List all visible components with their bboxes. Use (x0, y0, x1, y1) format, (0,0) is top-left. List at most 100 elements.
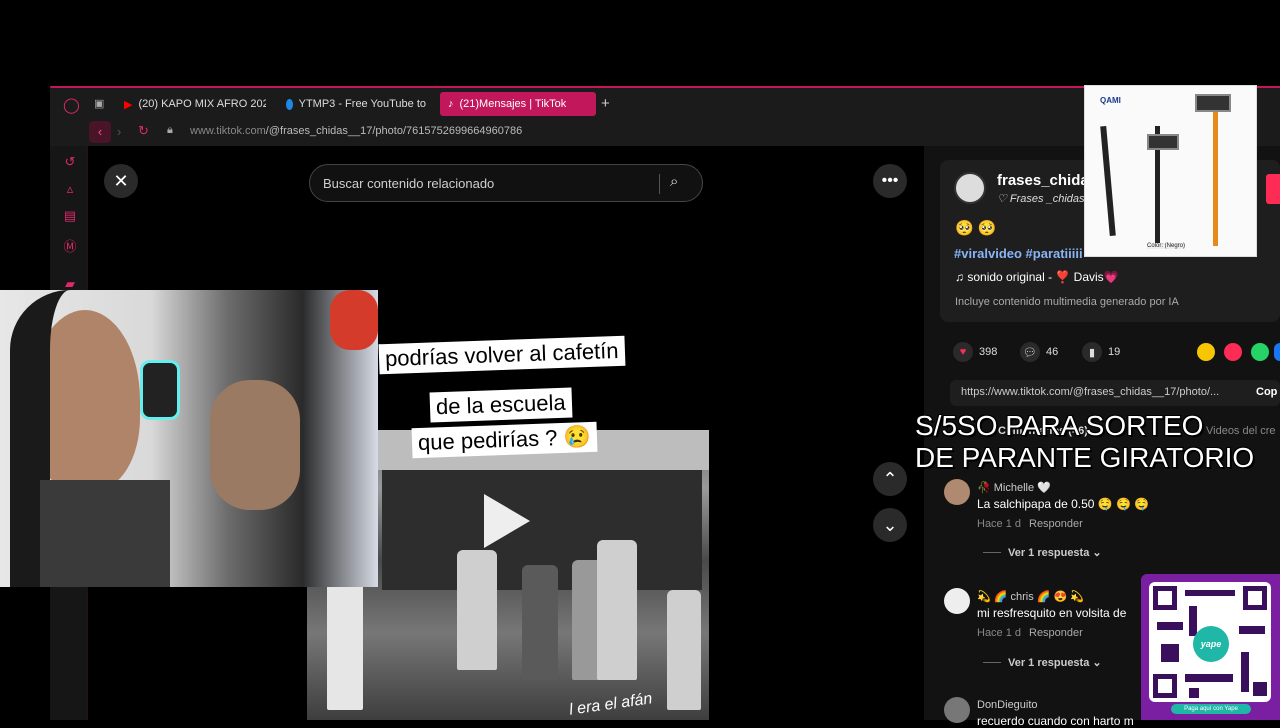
search-divider (659, 174, 660, 194)
tab-ytmp3[interactable]: YTMP3 - Free YouTube to (286, 92, 426, 116)
comment-icon: 💬︎ (1020, 342, 1040, 362)
tiktok-icon: ♪ (448, 98, 454, 110)
stream-overlay-text: S/5SO PARA SORTEO DE PARANTE GIRATORIO (915, 410, 1280, 474)
divider (983, 552, 1001, 553)
phone-mount (1195, 94, 1231, 112)
play-icon[interactable] (484, 494, 530, 548)
more-options-button[interactable]: ••• (873, 164, 907, 198)
reply-button[interactable]: Responder (1029, 627, 1083, 639)
new-tab-button[interactable]: + (601, 95, 610, 112)
like-count: 398 (979, 346, 998, 358)
save-count: 19 (1108, 346, 1121, 358)
photo-footer-text: l era el afán (568, 690, 654, 719)
view-replies-label: Ver 1 respuesta (1008, 657, 1090, 669)
child-figure (522, 565, 558, 680)
pinboard-icon[interactable]: ▤ (62, 208, 78, 224)
overlay-line-1: S/5SO PARA SORTEO (915, 410, 1204, 441)
follow-button[interactable] (1266, 174, 1280, 204)
tab-label: (21)Mensajes | TikTok (459, 98, 567, 110)
sound-label: sonido original - ❣️ Davis💗 (967, 270, 1119, 284)
streamer-shirt (40, 480, 170, 587)
search-icon[interactable]: ⌕ (670, 173, 678, 190)
embed-share-icon[interactable] (1197, 343, 1215, 361)
sound-row[interactable]: ♫ sonido original - ❣️ Davis💗 (955, 270, 1119, 284)
child-figure (327, 580, 363, 710)
opera-logo-icon[interactable]: ◯ (63, 96, 80, 114)
save-action[interactable]: ▮ 19 (1082, 342, 1120, 362)
ad-color-label: Color: (Negro) (1147, 243, 1186, 249)
chevron-down-icon: ⌄ (1092, 547, 1102, 559)
like-action[interactable]: ♥ 398 (953, 342, 997, 362)
close-button[interactable]: ✕ (104, 164, 138, 198)
phone-mount (1147, 134, 1179, 150)
previous-post-button[interactable]: ⌃ (873, 462, 907, 496)
post-emojis: 🥺 🥺 (955, 220, 997, 237)
author-avatar[interactable] (954, 172, 986, 204)
commenter-avatar[interactable] (944, 588, 970, 614)
aria-icon[interactable]: ▵ (62, 181, 78, 197)
tab-manager-icon[interactable]: ▣ (94, 97, 104, 110)
spiderman-figure (330, 290, 378, 350)
lock-icon: 🔒︎ (167, 124, 173, 136)
music-note-icon: ♫ (955, 270, 968, 284)
comment-text: mi resfresquito en volsita de (977, 606, 1127, 620)
url-path: /@frases_chidas__17/photo/76157526996649… (265, 125, 523, 137)
url-field[interactable]: www.tiktok.com/@frases_chidas__17/photo/… (190, 125, 522, 137)
comment-author[interactable]: DonDieguito (977, 699, 1038, 711)
bookmark-icon: ▮ (1082, 342, 1102, 362)
comment-action[interactable]: 💬︎ 46 (1020, 342, 1058, 362)
qr-module (1241, 652, 1249, 692)
commenter-avatar[interactable] (944, 697, 970, 723)
ad-brand: QAMI (1100, 96, 1121, 105)
qr-module (1185, 590, 1235, 596)
yape-logo: yape (1193, 626, 1229, 662)
reply-button[interactable]: Responder (1029, 518, 1083, 530)
comment-count: 46 (1046, 346, 1059, 358)
qr-module (1253, 682, 1267, 696)
tab-label: (20) KAPO MIX AFRO 202 (138, 98, 266, 110)
tab-label: YTMP3 - Free YouTube to (298, 98, 426, 110)
commenter-avatar[interactable] (944, 479, 970, 505)
view-replies-button[interactable]: Ver 1 respuesta ⌄ (1008, 546, 1102, 559)
child-figure (457, 550, 497, 670)
history-icon[interactable]: ↺ (62, 154, 78, 170)
search-input[interactable]: Buscar contenido relacionado ⌕ (309, 164, 703, 202)
comment-author[interactable]: 🥀 Michelle 🤍 (977, 481, 1051, 494)
child-figure (597, 540, 637, 680)
copy-link-button[interactable]: Cop (1256, 386, 1277, 398)
reload-button[interactable]: ↻ (138, 123, 149, 139)
view-replies-button[interactable]: Ver 1 respuesta ⌄ (1008, 656, 1102, 669)
ai-content-notice: Incluye contenido multimedia generado po… (955, 296, 1179, 308)
divider (983, 662, 1001, 663)
headphones-icon (140, 360, 180, 420)
qr-module (1189, 688, 1199, 698)
qr-code[interactable]: yape (1149, 582, 1271, 702)
messenger-icon[interactable]: Ⓜ (62, 236, 78, 254)
whatsapp-icon[interactable] (1251, 343, 1269, 361)
post-hashtags[interactable]: #viralvideo #paratiiiii (954, 246, 1083, 261)
author-display-name: ♡ Frases _chidas (997, 193, 1085, 205)
qr-finder (1153, 586, 1177, 610)
view-replies-label: Ver 1 respuesta (1008, 547, 1090, 559)
share-url-text: https://www.tiktok.com/@frases_chidas__1… (961, 386, 1220, 398)
qr-finder (1243, 586, 1267, 610)
heart-icon: ♥ (953, 342, 973, 362)
back-button[interactable]: ‹ (89, 121, 111, 143)
author-username[interactable]: frases_chida (997, 172, 1089, 189)
tab-kapo-mix[interactable]: ▶ (20) KAPO MIX AFRO 202 (124, 92, 266, 116)
close-icon: ✕ (113, 170, 129, 191)
qr-module (1239, 626, 1265, 634)
tripod-pole (1213, 106, 1218, 246)
comment-text: recuerdo cuando con harto m (977, 714, 1134, 728)
chevron-down-icon: ⌄ (1092, 657, 1102, 669)
send-share-icon[interactable] (1224, 343, 1242, 361)
forward-button[interactable]: › (117, 124, 121, 139)
qr-module (1185, 674, 1233, 682)
facebook-icon[interactable] (1274, 343, 1280, 361)
qr-module (1157, 622, 1183, 630)
qr-module (1189, 606, 1197, 636)
qr-module (1161, 644, 1179, 662)
tab-tiktok[interactable]: ♪ (21)Mensajes | TikTok (440, 92, 596, 116)
comment-author[interactable]: 💫 🌈 chris 🌈 😍 💫 (977, 590, 1084, 603)
next-post-button[interactable]: ⌄ (873, 508, 907, 542)
